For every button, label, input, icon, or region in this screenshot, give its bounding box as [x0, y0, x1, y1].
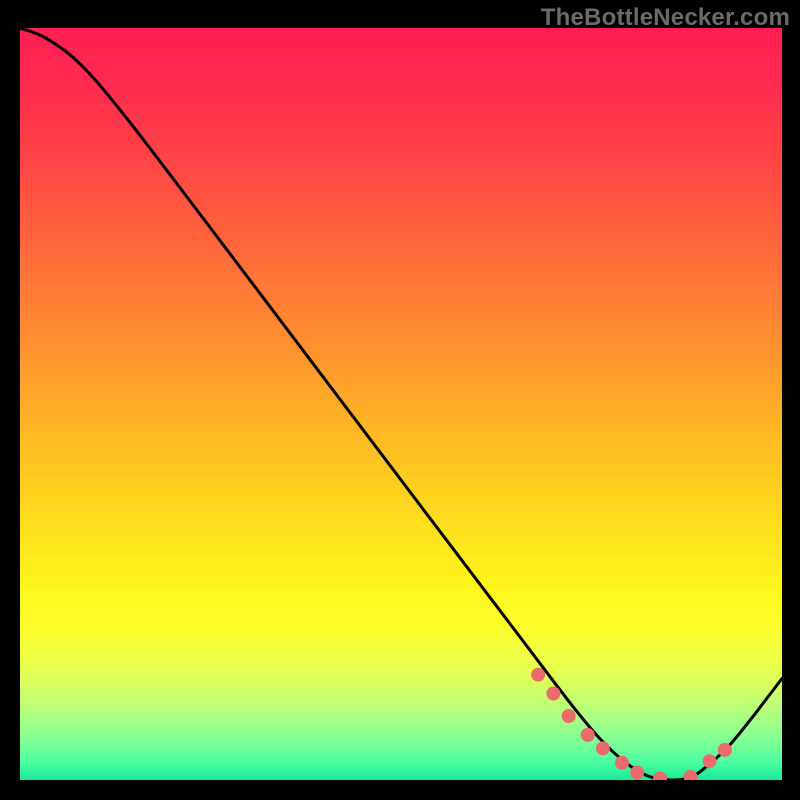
low-region-dot	[630, 765, 644, 779]
bottleneck-chart	[20, 28, 782, 780]
low-region-dot	[581, 728, 595, 742]
low-region-dot	[718, 743, 732, 757]
low-region-dot	[596, 741, 610, 755]
low-region-dot	[703, 754, 717, 768]
gradient-background	[20, 28, 782, 780]
low-region-dot	[546, 687, 560, 701]
chart-frame: TheBottleNecker.com	[0, 0, 800, 800]
plot-area	[20, 28, 782, 780]
low-region-dot	[562, 709, 576, 723]
low-region-dot	[615, 756, 629, 770]
low-region-dot	[531, 668, 545, 682]
